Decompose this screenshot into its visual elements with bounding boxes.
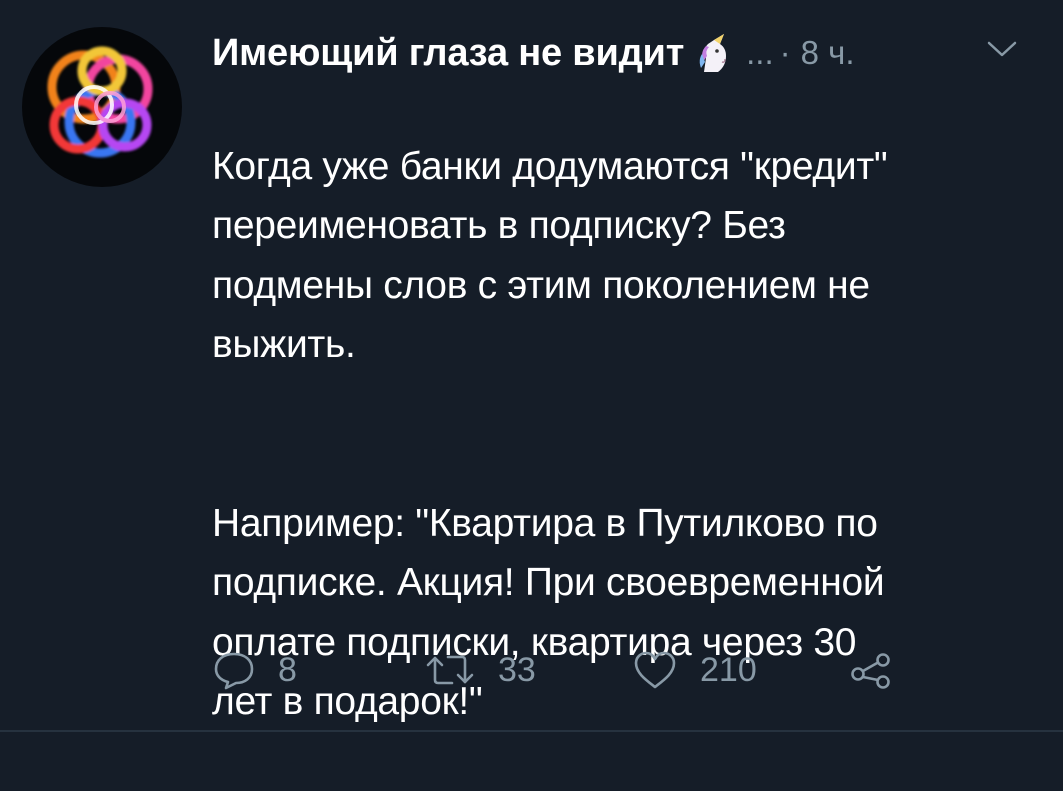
reply-button[interactable]: 8 <box>212 645 297 695</box>
handle-truncated[interactable]: ... <box>746 34 774 72</box>
reply-count: 8 <box>278 650 297 689</box>
avatar-rings-icon <box>47 46 153 158</box>
unicorn-icon <box>694 32 734 74</box>
chevron-down-icon[interactable] <box>986 38 1018 60</box>
display-name[interactable]: Имеющий глаза не видит <box>212 32 684 75</box>
heart-icon <box>632 650 678 690</box>
avatar[interactable] <box>22 27 182 187</box>
like-button[interactable]: 210 <box>632 645 757 695</box>
meta-separator: · <box>779 34 791 71</box>
action-bar: 8 33 210 <box>212 645 912 695</box>
share-button[interactable] <box>849 645 895 695</box>
retweet-count: 33 <box>498 650 536 689</box>
retweet-icon <box>424 650 476 690</box>
reply-icon <box>212 650 256 690</box>
tweet-text-paragraph: Когда уже банки додумаются "кредит" пере… <box>212 144 888 367</box>
timestamp[interactable]: 8 ч. <box>801 34 855 72</box>
retweet-button[interactable]: 33 <box>424 645 536 695</box>
share-icon <box>849 650 895 690</box>
like-count: 210 <box>700 650 757 689</box>
tweet[interactable]: Имеющий глаза не видит ... · 8 ч. Когда … <box>0 0 1063 732</box>
tweet-text-paragraph: Например: "Квартира в Путилково по подпи… <box>212 501 885 724</box>
tweet-header: Имеющий глаза не видит ... · 8 ч. <box>212 28 855 78</box>
